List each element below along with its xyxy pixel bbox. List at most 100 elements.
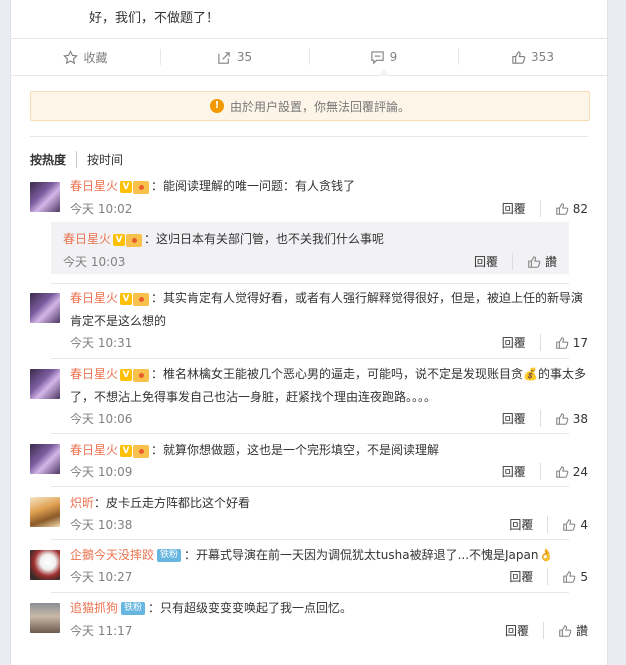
comment-text: 只有超级变变变唤起了我一点回忆。 [160, 601, 353, 615]
post-text-line1 [89, 0, 589, 8]
reply-button[interactable]: 回覆 [505, 622, 544, 639]
sort-tabs: 按热度 按时间 [30, 151, 143, 168]
reply-button[interactable]: 回覆 [502, 200, 541, 217]
avatar[interactable] [30, 497, 60, 527]
fan-badge-icon [133, 368, 150, 382]
comment-text: 这归日本有关部门管，也不关我们什么事呢 [156, 232, 385, 246]
divider [51, 283, 569, 284]
avatar[interactable] [30, 293, 60, 323]
like-icon[interactable] [555, 412, 569, 426]
fan-badge-icon [133, 180, 150, 194]
reply-button[interactable]: 回覆 [502, 463, 541, 480]
verified-icon: V [120, 293, 133, 305]
comment-text: 开幕式导演在前一天因为调侃犹太tusha被辞退了...不愧是Japan👌 [196, 548, 554, 562]
comment-button[interactable]: 9 [309, 39, 458, 76]
like-icon[interactable] [555, 465, 569, 479]
user-badges: V [120, 176, 150, 198]
post-text-line2: 好，我们，不做题了！ [89, 11, 220, 26]
comment-username[interactable]: 企鵝今天没摔跤 [70, 548, 154, 562]
comment-like-count: 讚 [544, 255, 557, 269]
comment-icon [370, 50, 384, 64]
avatar[interactable] [30, 550, 60, 580]
avatar[interactable] [30, 444, 60, 474]
comment-username[interactable]: 追猫抓狗 [70, 601, 118, 615]
comment-meta: 今天 10:03 回覆 讚 [63, 253, 557, 271]
comment-time: 今天 10:31 [70, 336, 133, 350]
like-count: 353 [531, 50, 554, 64]
comment-username[interactable]: 春日星火 [70, 291, 118, 305]
comment-username[interactable]: 炽昕 [70, 496, 94, 510]
reply-button[interactable]: 回覆 [509, 568, 549, 585]
divider [51, 592, 569, 593]
fan-level-badge: 铁粉 [157, 549, 182, 562]
share-icon [218, 51, 230, 64]
fan-badge-icon [133, 292, 150, 306]
like-icon[interactable] [558, 624, 572, 638]
reply-button[interactable]: 回覆 [509, 516, 549, 533]
comment-meta: 今天 11:17 回覆 讚 [70, 622, 588, 640]
comment-body: 春日星火 V ：能阅读理解的唯一问题：有人贪钱了 [70, 175, 588, 198]
like-icon[interactable] [562, 570, 576, 584]
divider [51, 486, 569, 487]
comment-like-count: 4 [580, 517, 588, 532]
user-badges: V [120, 364, 150, 386]
comment-body: 春日星火 V ：其实肯定有人觉得好看，或者有人强行解释觉得很好，但是，被迫上任的新导… [70, 287, 588, 332]
like-icon[interactable] [555, 202, 569, 216]
divider [51, 358, 569, 359]
comment-time: 今天 10:02 [70, 202, 133, 216]
tab-sort-time[interactable]: 按时间 [87, 151, 133, 168]
comment-time: 今天 10:09 [70, 465, 133, 479]
user-badges: V [113, 229, 143, 251]
comment-time: 今天 11:17 [70, 624, 133, 638]
divider [51, 539, 569, 540]
comment-body: 炽昕：皮卡丘走方阵都比这个好看 [70, 496, 251, 510]
comment-text: 皮卡丘走方阵都比这个好看 [106, 496, 251, 510]
reply-disabled-notice: ! 由於用户設置，你無法回覆評論。 [30, 91, 590, 121]
avatar[interactable] [30, 182, 60, 212]
post-text: 好，我们，不做题了！ [89, 0, 589, 30]
comment-username[interactable]: 春日星火 [70, 367, 118, 381]
favorite-button[interactable]: 收藏 [11, 39, 160, 75]
comment-like-count: 讚 [575, 624, 588, 638]
comment-time: 今天 10:38 [70, 518, 133, 532]
reply-button[interactable]: 回覆 [502, 334, 541, 351]
comment-meta: 今天 10:38 回覆 4 [70, 516, 588, 534]
comment-body: 企鵝今天没摔跤 铁粉 ：开幕式导演在前一天因为调侃犹太tusha被辞退了...不愧是… [70, 548, 554, 562]
comment-body: 追猫抓狗 铁粉 ：只有超级变变变唤起了我一点回忆。 [70, 601, 353, 615]
comment-time: 今天 10:03 [63, 255, 126, 269]
comment-meta: 今天 10:27 回覆 5 [70, 568, 588, 586]
comment-time: 今天 10:06 [70, 412, 133, 426]
comment-meta: 今天 10:31 回覆 17 [70, 334, 588, 352]
user-badges: V [120, 440, 150, 462]
verified-icon: V [113, 234, 126, 246]
verified-icon: V [120, 369, 133, 381]
verified-icon: V [120, 445, 133, 457]
comment-username[interactable]: 春日星火 [63, 232, 111, 246]
comment-like-count: 5 [580, 569, 588, 584]
warning-icon: ! [209, 99, 224, 113]
comment-time: 今天 10:27 [70, 570, 133, 584]
comment-username[interactable]: 春日星火 [70, 179, 118, 193]
fan-badge-icon [126, 233, 143, 247]
divider [51, 433, 569, 434]
like-icon[interactable] [562, 518, 576, 532]
avatar[interactable] [30, 369, 60, 399]
like-button[interactable]: 353 [458, 39, 607, 75]
comment-meta: 今天 10:09 回覆 24 [70, 463, 588, 481]
like-icon[interactable] [527, 255, 541, 269]
comment-like-count: 24 [572, 464, 588, 479]
star-icon [63, 49, 79, 64]
post-action-bar: 收藏 35 9 353 [11, 38, 607, 76]
comment-text: 就算你想做题，这也是一个完形填空，不是阅读理解 [163, 443, 440, 457]
tab-sort-hot[interactable]: 按热度 [30, 151, 78, 168]
share-button[interactable]: 35 [160, 39, 309, 75]
reply-button[interactable]: 回覆 [502, 410, 541, 427]
comment-like-count: 17 [572, 335, 588, 350]
comment-username[interactable]: 春日星火 [70, 443, 118, 457]
avatar[interactable] [30, 603, 60, 633]
comment-body: 春日星火 V ：椎名林檎女王能被几个恶心男的逼走，可能吗，说不定是发现账目贪💰的事太… [70, 363, 588, 408]
like-icon[interactable] [555, 336, 569, 350]
comment-like-count: 82 [572, 201, 588, 216]
reply-button[interactable]: 回覆 [474, 253, 513, 270]
page-scrollbar[interactable] [615, 0, 626, 665]
